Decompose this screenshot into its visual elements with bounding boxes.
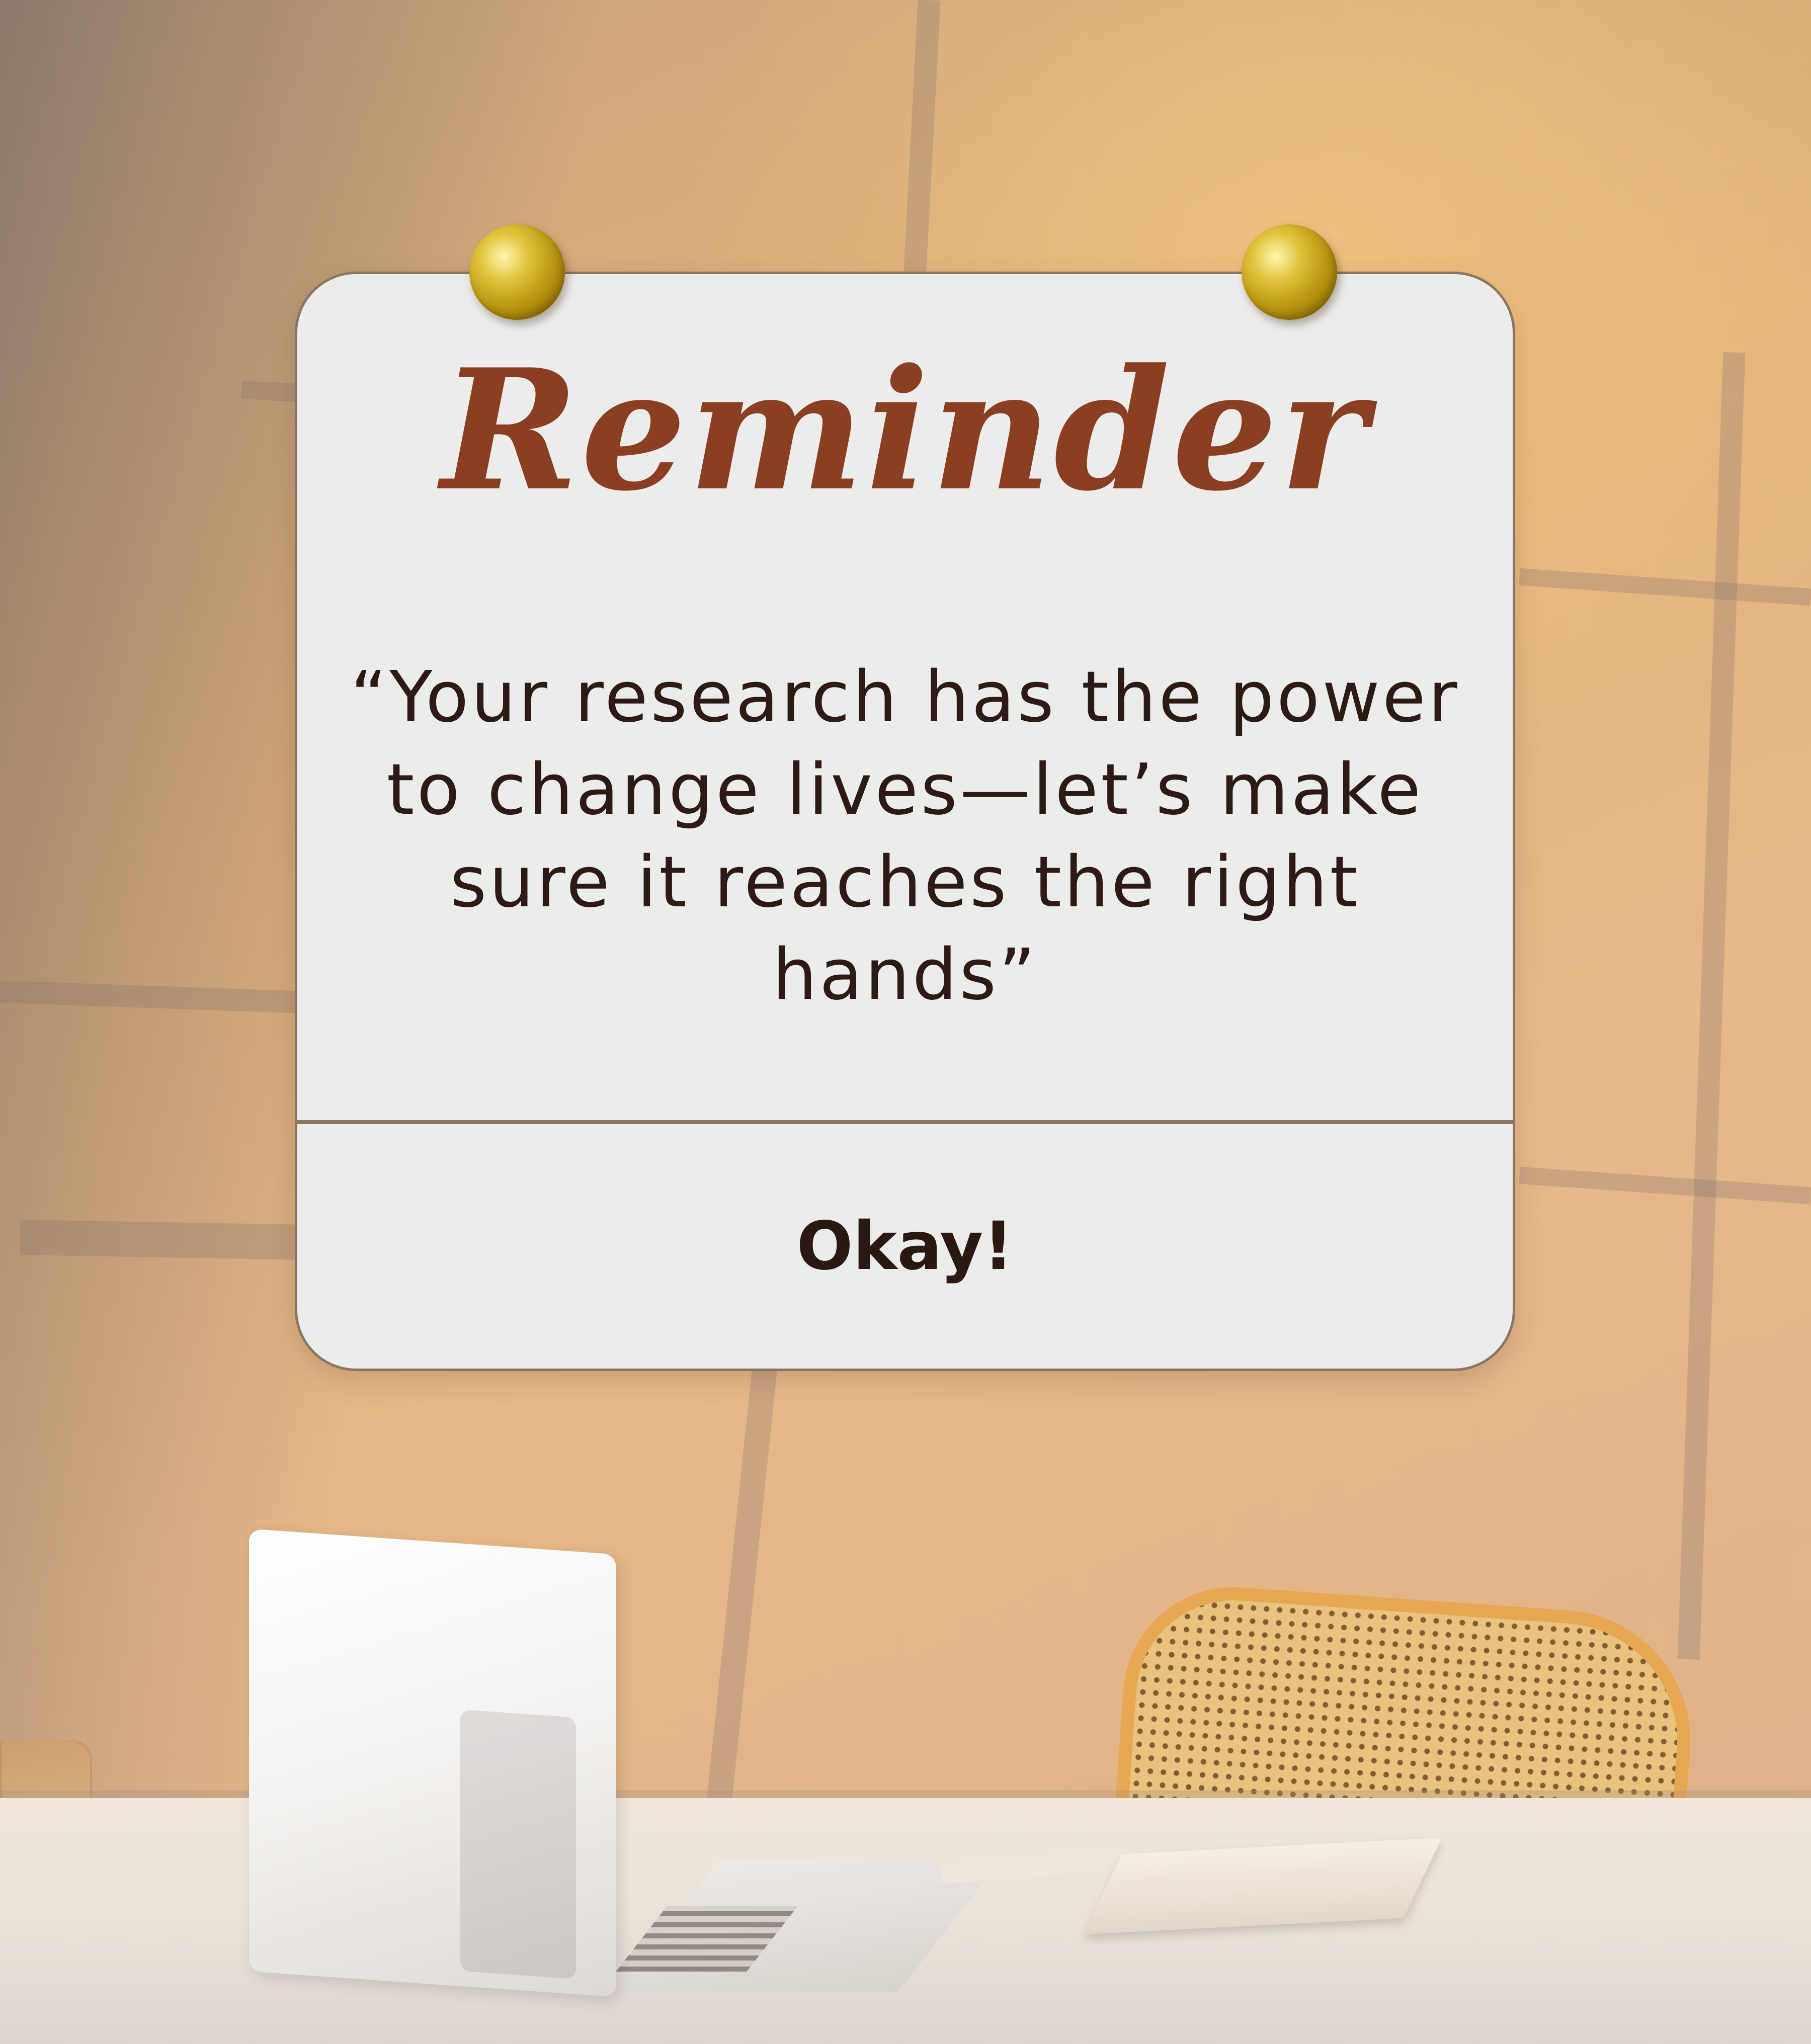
window-shadow-bar <box>241 381 297 402</box>
quote-line: to change lives—let’s make <box>386 749 1424 831</box>
okay-button-label: Okay! <box>796 1207 1014 1285</box>
pushpin-icon <box>469 224 565 320</box>
card-divider <box>297 1120 1513 1124</box>
card-title: Reminder <box>441 332 1369 528</box>
lid-shadow <box>460 1709 576 1979</box>
reminder-card: Reminder “Your research has the power to… <box>295 272 1515 1371</box>
quote-line: sure it reaches the right hands” <box>450 841 1360 1016</box>
pushpin-icon <box>1242 224 1337 320</box>
laptop-lid <box>249 1528 616 1997</box>
quote-line: “Your research has the power <box>350 656 1460 738</box>
window-shadow-bar <box>20 1220 302 1260</box>
okay-button[interactable]: Okay! <box>297 1124 1513 1368</box>
quote-text: “Your research has the power to change l… <box>348 651 1462 1021</box>
